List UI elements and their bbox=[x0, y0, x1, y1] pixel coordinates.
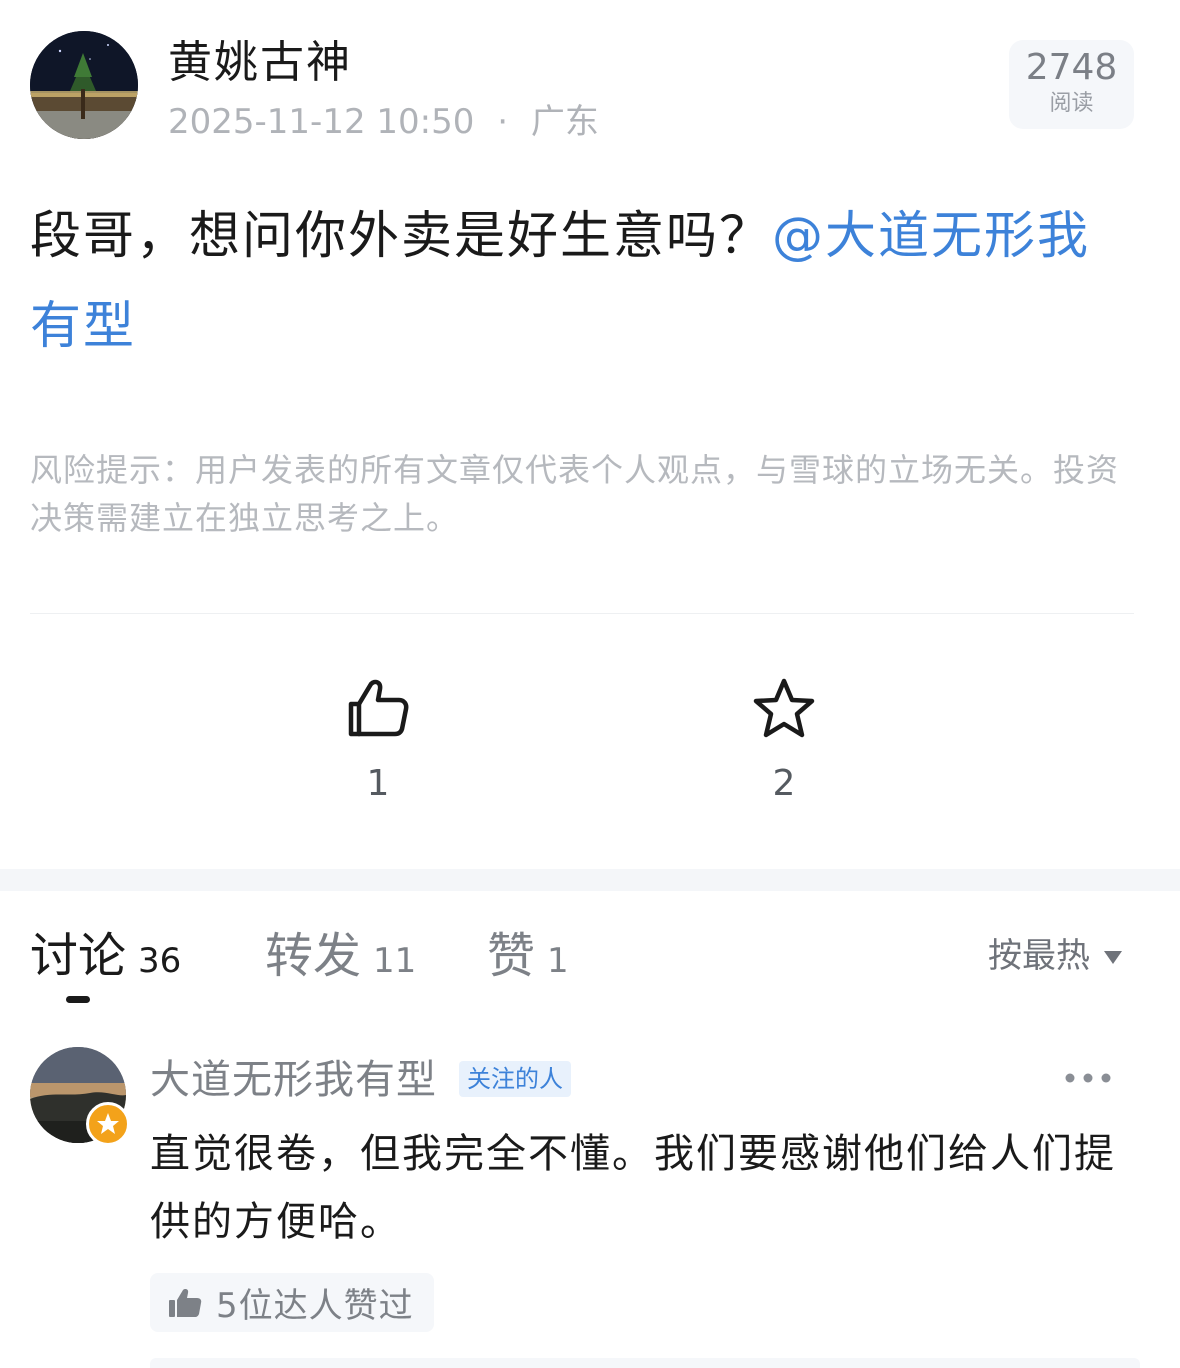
caret-down-icon bbox=[1104, 951, 1122, 964]
author-avatar[interactable] bbox=[30, 31, 138, 139]
tab-label: 转发 bbox=[265, 928, 362, 984]
tab-likes[interactable]: 赞1 bbox=[487, 926, 569, 986]
avatar-image bbox=[30, 31, 138, 139]
active-tab-indicator bbox=[66, 996, 90, 1003]
tab-count: 36 bbox=[138, 941, 182, 981]
tab-count: 11 bbox=[373, 941, 417, 981]
like-button[interactable]: 1 bbox=[318, 676, 438, 804]
read-label: 阅读 bbox=[1049, 91, 1094, 116]
post-text: 段哥，想问你外卖是好生意吗？ bbox=[30, 207, 773, 266]
divider bbox=[30, 613, 1134, 614]
favorite-button[interactable]: 2 bbox=[724, 676, 844, 804]
tab-label: 讨论 bbox=[30, 928, 127, 984]
more-options-button[interactable] bbox=[1060, 1064, 1116, 1092]
favorite-count: 2 bbox=[772, 763, 796, 804]
next-item-edge bbox=[150, 1358, 1140, 1368]
tab-discussion[interactable]: 讨论 36 bbox=[30, 926, 181, 986]
read-count: 2748 bbox=[1025, 47, 1118, 88]
post-meta: 2025-11-12 10:50 · 广东 bbox=[168, 98, 599, 146]
following-tag: 关注的人 bbox=[459, 1061, 571, 1097]
thumbs-up-icon bbox=[348, 679, 409, 737]
tab-count: 1 bbox=[547, 941, 569, 981]
post-content: 段哥，想问你外卖是好生意吗？@大道无形我有型 bbox=[30, 192, 1140, 372]
sort-dropdown[interactable]: 按最热 bbox=[988, 932, 1122, 980]
tab-label: 赞 bbox=[487, 928, 536, 984]
star-icon bbox=[753, 678, 815, 738]
commenter-name[interactable]: 大道无形我有型 bbox=[150, 1054, 437, 1106]
meta-separator: · bbox=[497, 102, 509, 142]
tab-repost[interactable]: 转发 11 bbox=[265, 926, 416, 986]
likers-summary[interactable]: 5位达人赞过 bbox=[150, 1273, 434, 1332]
author-name[interactable]: 黄姚古神 bbox=[168, 36, 352, 90]
section-separator bbox=[0, 869, 1180, 891]
sort-label: 按最热 bbox=[988, 936, 1090, 976]
vip-badge-icon bbox=[86, 1102, 130, 1146]
likers-text: 5位达人赞过 bbox=[216, 1286, 414, 1326]
more-dots-icon bbox=[1065, 1073, 1111, 1083]
comment-text: 直觉很卷，但我完全不懂。我们要感谢他们给人们提供的方便哈。 bbox=[150, 1131, 1116, 1245]
read-count-box: 2748 阅读 bbox=[1009, 40, 1134, 129]
thumbs-up-icon bbox=[169, 1288, 202, 1317]
post-timestamp: 2025-11-12 10:50 bbox=[168, 102, 475, 142]
risk-notice: 风险提示：用户发表的所有文章仅代表个人观点，与雪球的立场无关。投资决策需建立在独… bbox=[30, 451, 1120, 537]
post-location: 广东 bbox=[530, 102, 599, 142]
like-count: 1 bbox=[366, 763, 390, 804]
